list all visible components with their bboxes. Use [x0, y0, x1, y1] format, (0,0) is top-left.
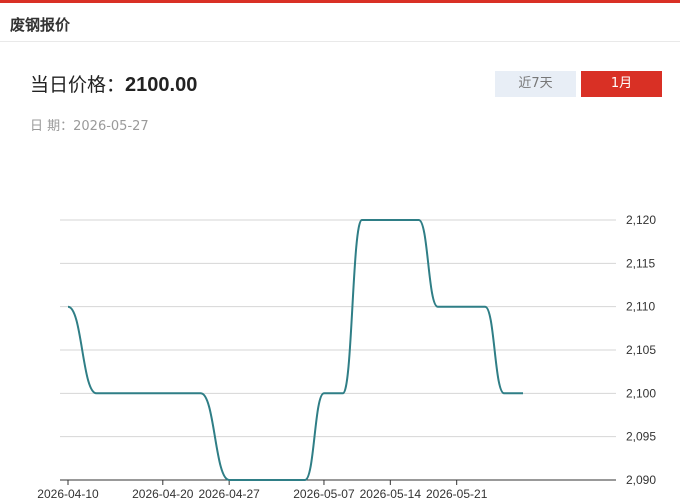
current-price-label: 当日价格： [30, 74, 126, 96]
y-tick-label: 2,090 [626, 473, 656, 487]
x-tick-label: 2026-05-21 [426, 487, 488, 501]
x-tick-label: 2026-05-07 [293, 487, 355, 501]
price-date-label: 日 期： [30, 119, 74, 134]
price-line-chart: 2,090 2,095 2,100 2,105 2,110 2,115 2,120 2026… [37, 213, 656, 501]
current-price: 当日价格：2100.00 [30, 70, 197, 97]
y-tick-label: 2,095 [626, 430, 656, 444]
panel-title: 废钢报价 [10, 16, 71, 34]
price-date: 日 期：2026-05-27 [30, 115, 149, 134]
x-tick-label: 2026-04-10 [37, 487, 99, 501]
y-tick-label: 2,115 [626, 256, 655, 270]
x-tick-label: 2026-04-27 [198, 487, 260, 501]
x-tick-label: 2026-04-20 [132, 487, 194, 501]
y-tick-label: 2,105 [626, 343, 656, 357]
x-tick-label: 2026-05-14 [360, 487, 422, 501]
range-7-days-button[interactable]: 近7天 [495, 71, 576, 97]
range-1-month-button[interactable]: 1月 [581, 71, 662, 97]
y-tick-label: 2,110 [626, 300, 655, 314]
price-date-value: 2026-05-27 [73, 119, 149, 134]
y-tick-label: 2,100 [626, 386, 656, 400]
panel-header: 废钢报价 [0, 3, 680, 42]
y-tick-label: 2,120 [626, 213, 656, 227]
current-price-value: 2100.00 [125, 74, 198, 96]
